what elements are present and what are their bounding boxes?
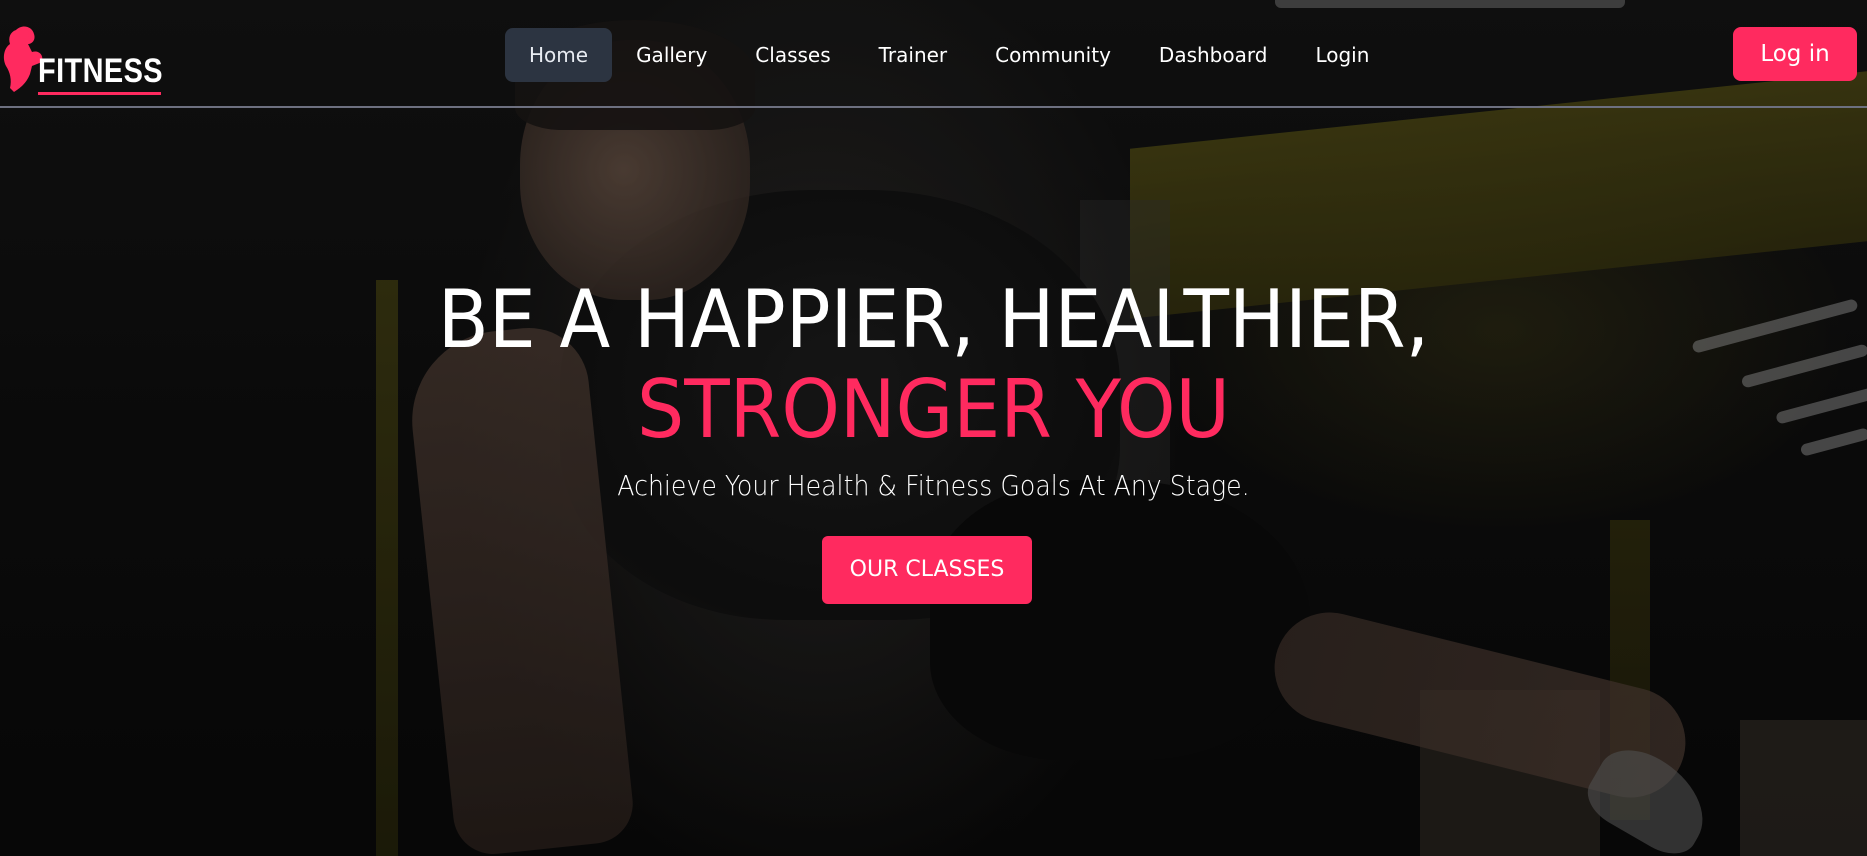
- brand-underline: [38, 92, 161, 95]
- main-nav: Home Gallery Classes Trainer Community D…: [505, 28, 1393, 82]
- nav-item-trainer[interactable]: Trainer: [855, 28, 972, 82]
- nav-item-community[interactable]: Community: [971, 28, 1135, 82]
- our-classes-button[interactable]: OUR CLASSES: [822, 536, 1032, 604]
- nav-item-gallery[interactable]: Gallery: [612, 28, 731, 82]
- hero-headline-line1: BE A HAPPIER, HEALTHIER,: [437, 273, 1430, 366]
- brand-name: FITNESS: [38, 52, 164, 90]
- hero-subtitle: Achieve Your Health & Fitness Goals At A…: [617, 469, 1250, 502]
- nav-item-dashboard[interactable]: Dashboard: [1135, 28, 1292, 82]
- site-header: FITNESS Home Gallery Classes Trainer Com…: [0, 0, 1867, 108]
- nav-item-login[interactable]: Login: [1291, 28, 1393, 82]
- nav-item-home[interactable]: Home: [505, 28, 613, 82]
- login-button[interactable]: Log in: [1733, 27, 1857, 81]
- hero-headline-line2: STRONGER YOU: [637, 363, 1230, 456]
- brand-logo[interactable]: FITNESS: [0, 18, 170, 98]
- nav-item-classes[interactable]: Classes: [731, 28, 854, 82]
- landing-page: FITNESS Home Gallery Classes Trainer Com…: [0, 0, 1867, 856]
